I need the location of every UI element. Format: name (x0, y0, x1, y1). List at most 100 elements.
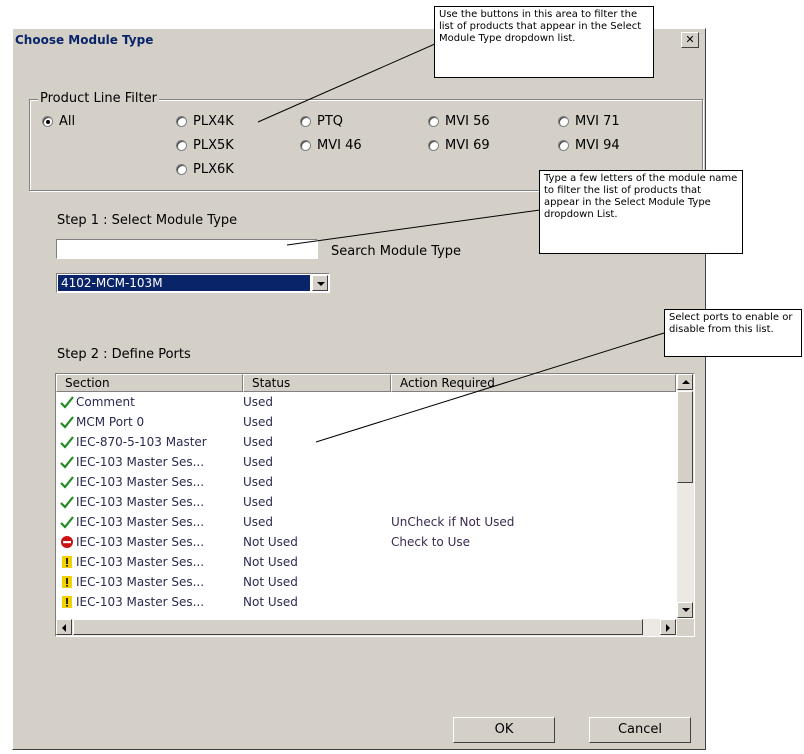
radio-button-icon (176, 140, 187, 151)
radio-plx4k[interactable]: PLX4K (176, 114, 234, 129)
section-text: IEC-103 Master Ses... (76, 575, 205, 589)
scroll-left-icon[interactable] (56, 619, 72, 635)
table-row[interactable]: IEC-870-5-103 Master Used (56, 432, 676, 452)
status-cell: Not Used (243, 575, 298, 589)
radio-button-icon (428, 116, 439, 127)
vertical-scrollbar[interactable] (677, 374, 694, 618)
search-callout: Type a few letters of the module name to… (539, 170, 743, 254)
table-row[interactable]: IEC-103 Master Ses... Not Used (56, 572, 676, 592)
close-icon: ✕ (685, 33, 695, 46)
selected-module-value: 4102-MCM-103M (58, 275, 310, 291)
status-cell: Not Used (243, 555, 298, 569)
check-icon (60, 456, 74, 469)
column-header-section[interactable]: Section (56, 374, 243, 392)
scroll-corner (677, 619, 694, 636)
status-cell: Used (243, 435, 274, 449)
check-icon (60, 396, 74, 409)
vertical-scroll-thumb[interactable] (677, 391, 693, 483)
module-type-dropdown[interactable]: 4102-MCM-103M (56, 273, 330, 293)
table-row[interactable]: IEC-103 Master Ses... Not Used (56, 592, 676, 612)
section-text: IEC-103 Master Ses... (76, 595, 205, 609)
table-row[interactable]: MCM Port 0 Used (56, 412, 676, 432)
section-text: IEC-103 Master Ses... (76, 555, 205, 569)
radio-label: MVI 71 (575, 114, 620, 129)
section-cell: IEC-870-5-103 Master (56, 435, 243, 449)
scroll-down-icon[interactable] (677, 602, 693, 618)
column-header-status[interactable]: Status (243, 374, 391, 392)
check-icon (60, 496, 74, 509)
status-cell: Used (243, 415, 274, 429)
warning-icon (62, 576, 72, 588)
radio-label: All (59, 114, 76, 129)
radio-button-icon (300, 116, 311, 127)
radio-mvi46[interactable]: MVI 46 (300, 138, 362, 153)
section-text: MCM Port 0 (76, 415, 145, 429)
section-cell: IEC-103 Master Ses... (56, 515, 243, 529)
check-icon (60, 436, 74, 449)
section-cell: IEC-103 Master Ses... (56, 495, 243, 509)
chevron-down-icon[interactable] (312, 275, 328, 291)
section-cell: MCM Port 0 (56, 415, 243, 429)
section-cell: Comment (56, 395, 243, 409)
radio-button-icon (42, 116, 53, 127)
warning-icon (62, 556, 72, 568)
table-row[interactable]: IEC-103 Master Ses... Not Used (56, 552, 676, 572)
table-row[interactable]: Comment Used (56, 392, 676, 412)
radio-all[interactable]: All (42, 114, 75, 129)
table-row[interactable]: IEC-103 Master Ses... Used (56, 452, 676, 472)
ports-callout: Select ports to enable or disable from t… (664, 309, 802, 357)
ports-list-body: Comment Used MCM Port 0 Used IEC-870-5-103 M… (56, 392, 676, 612)
radio-button-icon (558, 116, 569, 127)
radio-plx6k[interactable]: PLX6K (176, 162, 234, 177)
table-row[interactable]: IEC-103 Master Ses... Not Used Check to Us… (56, 532, 676, 552)
table-row[interactable]: IEC-103 Master Ses... Used (56, 492, 676, 512)
radio-button-icon (428, 140, 439, 151)
radio-plx5k[interactable]: PLX5K (176, 138, 234, 153)
scroll-up-icon[interactable] (677, 374, 693, 390)
radio-mvi69[interactable]: MVI 69 (428, 138, 490, 153)
radio-label: PLX4K (193, 114, 234, 129)
status-cell: Not Used (243, 595, 298, 609)
choose-module-type-dialog: Choose Module Type ✕ Product Line Filter… (12, 28, 706, 750)
table-row[interactable]: IEC-103 Master Ses... Used (56, 472, 676, 492)
radio-label: MVI 94 (575, 138, 620, 153)
scroll-right-icon[interactable] (660, 619, 676, 635)
section-text: IEC-103 Master Ses... (76, 515, 205, 529)
section-cell: IEC-103 Master Ses... (56, 555, 243, 569)
section-cell: IEC-103 Master Ses... (56, 575, 243, 589)
ok-button[interactable]: OK (453, 717, 555, 743)
horizontal-scroll-thumb[interactable] (73, 619, 643, 635)
radio-button-icon (176, 164, 187, 175)
search-module-type-input[interactable] (56, 239, 318, 259)
step2-label: Step 2 : Define Ports (57, 347, 191, 362)
radio-mvi56[interactable]: MVI 56 (428, 114, 490, 129)
radio-mvi71[interactable]: MVI 71 (558, 114, 620, 129)
status-cell: Used (243, 395, 274, 409)
action-cell: UnCheck if Not Used (391, 515, 515, 529)
status-cell: Used (243, 455, 274, 469)
radio-mvi94[interactable]: MVI 94 (558, 138, 620, 153)
radio-ptq[interactable]: PTQ (300, 114, 343, 129)
section-cell: IEC-103 Master Ses... (56, 475, 243, 489)
table-row[interactable]: IEC-103 Master Ses... Used UnCheck if Not … (56, 512, 676, 532)
product-line-filter-legend: Product Line Filter (38, 91, 159, 106)
ports-list-header: Section Status Action Required (56, 374, 676, 392)
section-cell: IEC-103 Master Ses... (56, 535, 243, 549)
check-icon (60, 516, 74, 529)
radio-label: MVI 46 (317, 138, 362, 153)
status-cell: Used (243, 515, 274, 529)
cancel-button[interactable]: Cancel (589, 717, 691, 743)
status-cell: Used (243, 475, 274, 489)
ports-list[interactable]: Section Status Action Required Comment Us… (55, 373, 695, 637)
radio-button-icon (176, 116, 187, 127)
stop-icon (61, 536, 73, 548)
column-header-action[interactable]: Action Required (391, 374, 676, 392)
section-cell: IEC-103 Master Ses... (56, 455, 243, 469)
status-cell: Not Used (243, 535, 298, 549)
section-text: IEC-103 Master Ses... (76, 535, 205, 549)
close-button[interactable]: ✕ (681, 32, 699, 48)
dialog-title: Choose Module Type (15, 33, 154, 47)
horizontal-scrollbar[interactable] (56, 619, 676, 636)
radio-label: MVI 69 (445, 138, 490, 153)
step1-label: Step 1 : Select Module Type (57, 213, 238, 228)
